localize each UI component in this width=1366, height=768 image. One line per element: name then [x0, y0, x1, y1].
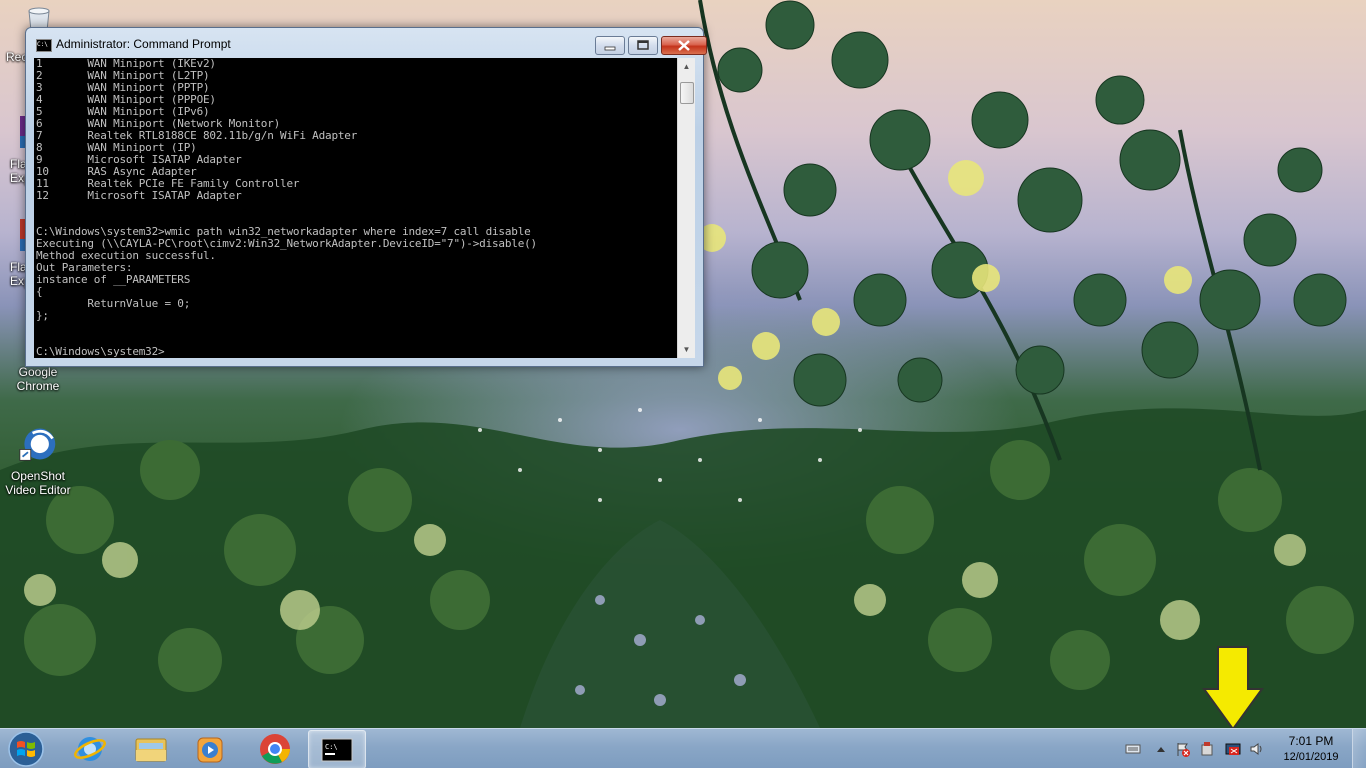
console-output[interactable]: 1 WAN Miniport (IKEv2) 2 WAN Miniport (L… [34, 58, 677, 358]
minimize-icon [604, 46, 616, 51]
speaker-icon [1250, 743, 1262, 755]
taskbar-app-command-prompt[interactable]: C:\ [308, 730, 366, 768]
window-titlebar[interactable]: C:\ Administrator: Command Prompt [26, 28, 707, 58]
show-desktop-button[interactable] [1352, 729, 1366, 768]
action-center-icon[interactable] [1175, 741, 1191, 757]
volume-icon[interactable] [1249, 741, 1265, 757]
close-icon [678, 40, 690, 51]
command-prompt-window[interactable]: C:\ Administrator: Command Prompt 1 WAN … [25, 27, 707, 367]
ie-icon [74, 737, 106, 761]
usb-icon [1201, 742, 1213, 756]
scroll-down-arrow-icon[interactable]: ▼ [678, 341, 695, 358]
vertical-scrollbar[interactable]: ▲ ▼ [677, 58, 695, 358]
flag-error-icon [1177, 743, 1190, 757]
close-button[interactable] [661, 36, 707, 55]
taskbar-app-internet-explorer[interactable] [62, 730, 118, 767]
cmd-icon: C:\ [36, 39, 52, 52]
openshot-icon [19, 428, 56, 461]
chrome-icon [260, 734, 290, 764]
maximize-icon [637, 40, 649, 50]
yellow-arrow-icon [1202, 646, 1264, 728]
safely-remove-hardware-icon[interactable] [1199, 741, 1215, 757]
taskbar-app-chrome[interactable] [247, 730, 303, 767]
media-player-icon [197, 737, 223, 763]
keyboard-icon[interactable] [1125, 741, 1141, 757]
clock-date[interactable]: 12/01/2019 [1278, 751, 1344, 763]
maximize-button[interactable] [628, 36, 658, 55]
desktop-icon-label: Google Chrome [16, 365, 60, 393]
show-hidden-icons-button[interactable] [1153, 741, 1169, 757]
console-text: 1 WAN Miniport (IKEv2) 2 WAN Miniport (L… [36, 58, 537, 358]
scroll-thumb[interactable] [680, 82, 694, 104]
desktop[interactable]: Rec Fla Exp Fla Exp Google Chrome OpenSh… [0, 0, 1366, 728]
taskbar: C:\ 7:01 PM 12/01/2019 [0, 728, 1366, 768]
taskbar-app-windows-explorer[interactable] [123, 730, 179, 767]
keyboard-icon [1125, 744, 1141, 754]
scroll-up-arrow-icon[interactable]: ▲ [678, 58, 695, 75]
desktop-icon-openshot[interactable]: OpenShot Video Editor [0, 424, 76, 497]
start-button[interactable] [4, 730, 48, 768]
window-title: Administrator: Command Prompt [56, 37, 231, 51]
chevron-up-icon [1157, 747, 1165, 752]
minimize-button[interactable] [595, 36, 625, 55]
taskbar-app-media-player[interactable] [182, 730, 238, 767]
clock-time[interactable]: 7:01 PM [1286, 734, 1336, 748]
network-disabled-icon[interactable] [1225, 741, 1241, 757]
folder-icon [135, 738, 167, 762]
cmd-icon: C:\ [321, 738, 353, 762]
svg-text:C:\: C:\ [325, 743, 338, 751]
windows-start-icon [8, 731, 44, 767]
network-disabled-icon [1225, 743, 1241, 755]
desktop-icon-label: OpenShot Video Editor [5, 469, 71, 497]
